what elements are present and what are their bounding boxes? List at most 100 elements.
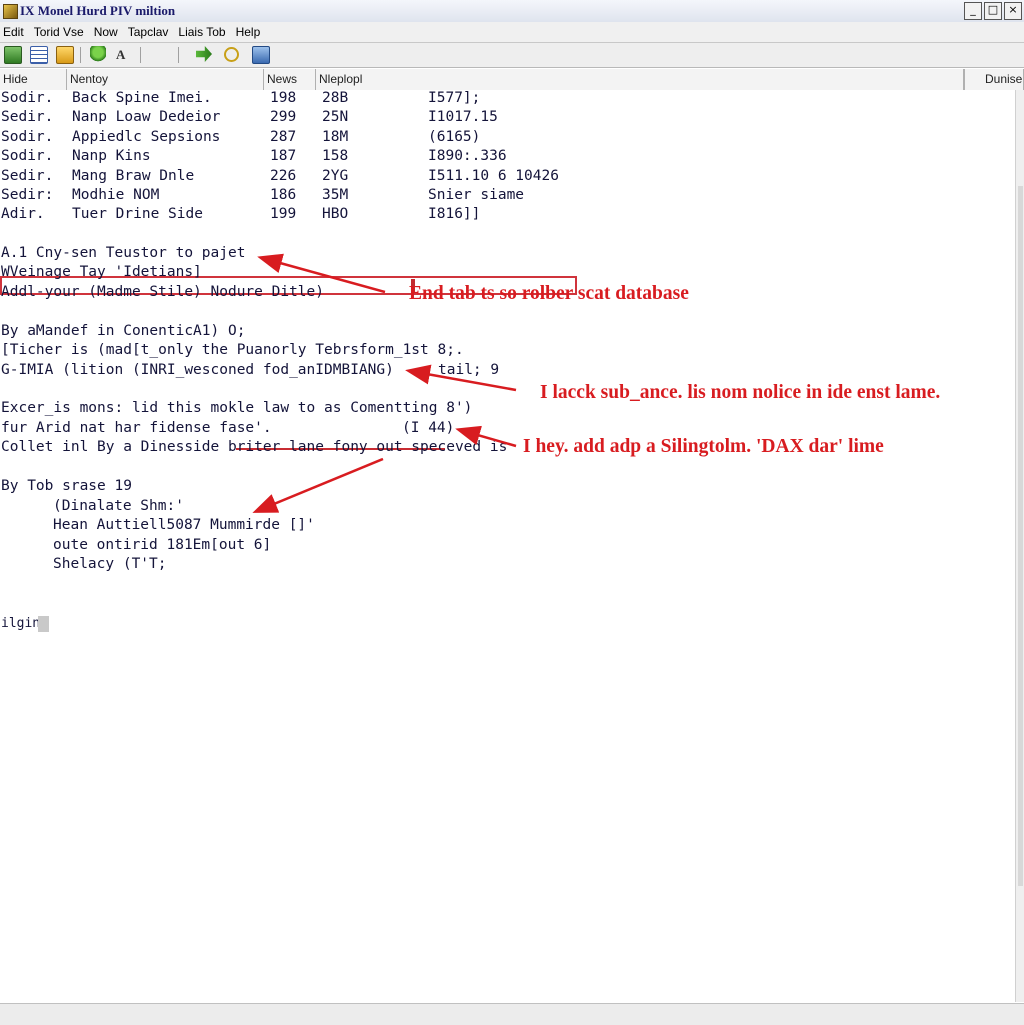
toolbar: A	[0, 43, 1024, 68]
editor-content[interactable]: Sodir. Back Spine Imei. 198 28B I577]; S…	[0, 90, 1016, 1002]
bookmark-icon[interactable]	[252, 46, 270, 64]
maximize-button[interactable]: □	[984, 2, 1002, 20]
code-line: [Ticher is (mad[t_only the Puanorly Tebr…	[1, 342, 464, 358]
row-news: 187	[270, 148, 297, 164]
table-icon[interactable]	[30, 46, 48, 64]
folder-icon[interactable]	[56, 46, 74, 64]
toolbar-separator	[178, 47, 179, 63]
code-line: fur Arid nat har fidense fase'.	[1, 420, 272, 436]
row-prefix: Sodir.	[1, 90, 54, 106]
row-value: I890:.336	[428, 148, 507, 164]
table-row[interactable]: Sodir. Appiedlc Sepsions 287 18M (6165)	[0, 129, 1000, 148]
row-name: Modhie NOM	[72, 187, 160, 203]
row-news: 199	[270, 206, 297, 222]
table-row[interactable]: Sodir. Nanp Kins 187 158 I890:.336	[0, 148, 1000, 167]
code-line: oute ontirid 181Em[out 6]	[53, 537, 272, 553]
window-controls: _ □ ×	[964, 2, 1022, 20]
search-icon[interactable]	[224, 47, 239, 62]
code-line: WVeinage Tay 'Idetians]	[1, 264, 202, 280]
row-news: 226	[270, 168, 297, 184]
row-news: 198	[270, 90, 297, 106]
code-line: By aMandef in ConenticA1) O;	[1, 323, 246, 339]
col-nentoy[interactable]: Nentoy	[67, 69, 264, 90]
menu-now[interactable]: Now	[91, 22, 125, 42]
row-name: Mang Braw Dnle	[72, 168, 195, 184]
row-value: I577];	[428, 90, 481, 106]
row-size: 25N	[322, 109, 349, 125]
save-icon[interactable]	[4, 46, 22, 64]
code-line: (Dinalate Shm:'	[53, 498, 184, 514]
menu-tapclav[interactable]: Tapclav	[125, 22, 176, 42]
row-size: 2YG	[322, 168, 349, 184]
table-row[interactable]: Adir. Tuer Drine Side 199 HBO I816]]	[0, 206, 1000, 225]
col-nleplopl[interactable]: Nleplopl	[316, 69, 964, 90]
row-prefix: Sodir.	[1, 148, 54, 164]
row-value: I1017.15	[428, 109, 498, 125]
row-size: 35M	[322, 187, 349, 203]
menu-liais[interactable]: Liais Tob	[175, 22, 232, 42]
row-value: I816]]	[428, 206, 481, 222]
menu-bar: Edit Torid Vse Now Tapclav Liais Tob Hel…	[0, 22, 1024, 43]
row-name: Nanp Loaw Dedeior	[72, 109, 221, 125]
row-size: 28B	[322, 90, 349, 106]
minimize-button[interactable]: _	[964, 2, 982, 20]
code-line: Shelacy (T'T;	[53, 556, 167, 572]
table-row[interactable]: Sodir. Back Spine Imei. 198 28B I577];	[0, 90, 1000, 109]
vertical-scrollbar[interactable]	[1015, 90, 1024, 1002]
table-row[interactable]: Sedir. Mang Braw Dnle 226 2YG I511.10 6 …	[0, 168, 1000, 187]
row-value: Snier siame	[428, 187, 525, 203]
pin-icon[interactable]	[90, 46, 106, 62]
annotation-1: End tab ts so rolber scat database	[409, 283, 689, 304]
row-name: Back Spine Imei.	[72, 90, 212, 106]
row-news: 287	[270, 129, 297, 145]
horizontal-scrollbar[interactable]	[0, 1003, 1024, 1025]
row-prefix: Adir.	[1, 206, 45, 222]
menu-tools[interactable]: Torid Vse	[31, 22, 91, 42]
row-prefix: Sedir.	[1, 168, 54, 184]
row-prefix: Sedir:	[1, 187, 54, 203]
table-row[interactable]: Sedir. Nanp Loaw Dedeior 299 25N I1017.1…	[0, 109, 1000, 128]
row-size: HBO	[322, 206, 349, 222]
code-line-note: tail; 9	[438, 362, 500, 378]
col-news[interactable]: News	[264, 69, 316, 90]
cursor-block[interactable]	[38, 616, 49, 632]
toolbar-separator	[80, 47, 81, 63]
code-line: Addl-your (Madme Stile) Nodure Ditle)	[1, 284, 325, 300]
row-name: Nanp Kins	[72, 148, 151, 164]
row-name: Appiedlc Sepsions	[72, 129, 221, 145]
row-value: (6165)	[428, 129, 481, 145]
row-news: 186	[270, 187, 297, 203]
menu-help[interactable]: Help	[233, 22, 268, 42]
title-bar[interactable]: IX Monel Hurd PIV miltion _ □ ×	[0, 0, 1024, 23]
annotation-2: I lacck sub_ance. lis nom nolice in ide …	[540, 382, 941, 403]
menu-edit[interactable]: Edit	[0, 22, 31, 42]
code-line: By Tob srase 19	[1, 478, 132, 494]
row-news: 299	[270, 109, 297, 125]
scroll-thumb[interactable]	[1018, 186, 1023, 886]
col-dunise[interactable]: Dunise	[964, 69, 1024, 90]
close-button[interactable]: ×	[1004, 2, 1022, 20]
app-window: IX Monel Hurd PIV miltion _ □ × Edit Tor…	[0, 0, 1024, 1025]
code-line: A.1 Cny-sen Teustor to pajet	[1, 245, 246, 261]
row-prefix: Sedir.	[1, 109, 54, 125]
text-icon[interactable]: A	[116, 46, 132, 62]
code-line: Excer_is mons: lid this mokle law to as …	[1, 400, 473, 416]
window-title: IX Monel Hurd PIV miltion	[20, 3, 176, 18]
forward-icon[interactable]	[196, 46, 212, 62]
prompt-label: ilgin	[1, 616, 41, 631]
code-line: Collet inl By a Dinesside briter lane fo…	[1, 439, 508, 455]
annotation-3: I hey. add adp a Silingtolm. 'DAX dar' l…	[523, 436, 884, 457]
code-line: G-IMIA (lition (INRI_wesconed fod_anIDMB…	[1, 362, 394, 378]
table-row-selected[interactable]: Sedir: Modhie NOM 186 35M Snier siame	[0, 187, 1000, 206]
code-line: Hean Auttiell5087 Mummirde []'	[53, 517, 315, 533]
toolbar-separator	[140, 47, 141, 63]
col-hide[interactable]: Hide	[0, 69, 67, 90]
row-prefix: Sodir.	[1, 129, 54, 145]
app-icon	[3, 4, 18, 19]
row-name: Tuer Drine Side	[72, 206, 203, 222]
row-size: 158	[322, 148, 349, 164]
column-header: Hide Nentoy News Nleplopl Dunise	[0, 68, 1024, 91]
row-value: I511.10 6 10426	[428, 168, 559, 184]
row-size: 18M	[322, 129, 349, 145]
code-line-note: (I 44)	[402, 420, 455, 436]
